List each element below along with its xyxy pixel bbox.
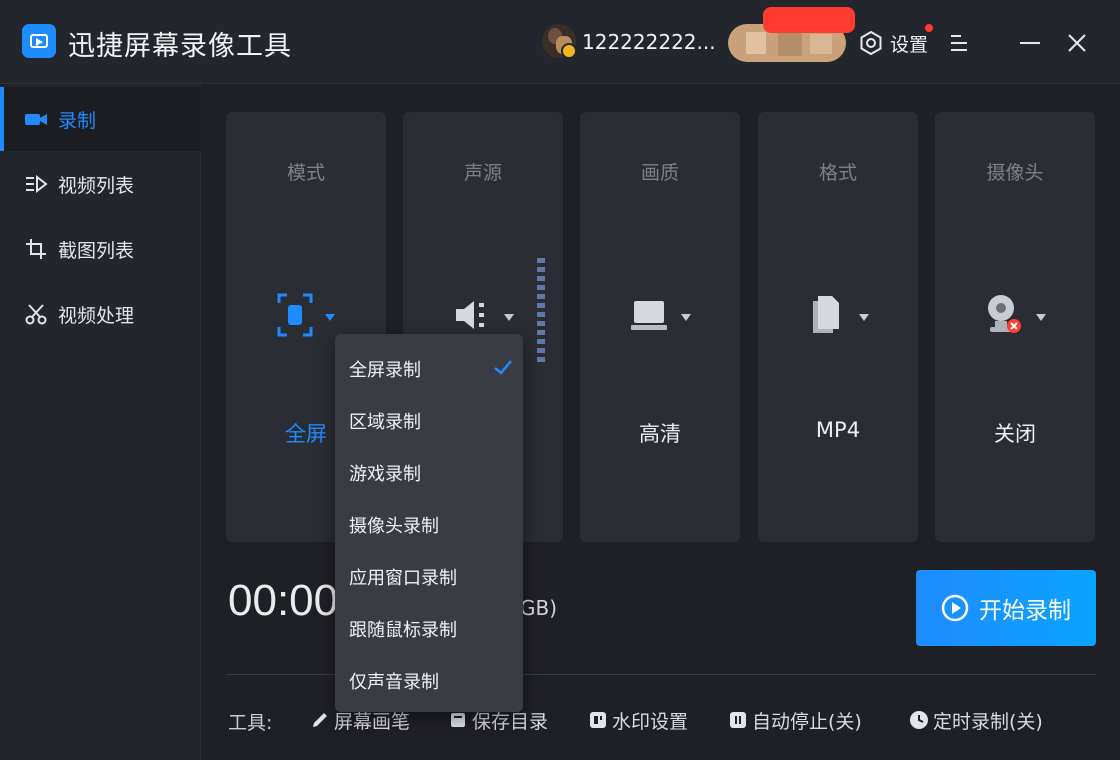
video-camera-icon — [24, 107, 48, 131]
dropdown-option-fullscreen[interactable]: 全屏录制 — [335, 343, 523, 395]
storage-info: GB) — [520, 596, 558, 620]
menu-icon — [951, 35, 967, 51]
settings-button[interactable]: 设置 — [858, 28, 928, 58]
camera-value: 关闭 — [994, 422, 1036, 446]
fullscreen-icon — [277, 293, 313, 337]
tool-label: 定时录制(关) — [933, 710, 1043, 733]
pen-icon — [310, 710, 330, 730]
pause-icon — [728, 710, 748, 730]
quality-card: 画质 高清 — [580, 112, 740, 542]
app-title: 迅捷屏幕录像工具 — [68, 31, 292, 62]
dropdown-option-follow-mouse[interactable]: 跟随鼠标录制 — [335, 603, 523, 655]
sidebar: 录制 视频列表 截图列表 视频处理 — [0, 85, 201, 760]
scissors-icon — [24, 302, 48, 326]
sidebar-item-label: 视频处理 — [58, 304, 135, 327]
title-bar: 迅捷屏幕录像工具 122222222... 设置 — [0, 0, 1120, 84]
dropdown-option-label: 仅声音录制 — [349, 672, 439, 693]
card-title: 声源 — [463, 162, 502, 184]
tools-label: 工具: — [228, 712, 273, 734]
quality-selector[interactable] — [580, 290, 740, 340]
promo-tag[interactable] — [763, 7, 855, 33]
checkmark-icon — [494, 360, 512, 375]
dropdown-option-label: 区域录制 — [349, 412, 421, 433]
monitor-icon — [631, 301, 667, 330]
sidebar-item-screenshot-list[interactable]: 截图列表 — [0, 217, 201, 281]
minimize-icon — [1020, 42, 1040, 44]
audio-level-meter — [537, 258, 545, 362]
clock-icon — [909, 710, 929, 730]
mode-dropdown-menu: 全屏录制 区域录制 游戏录制 摄像头录制 应用窗口录制 跟随鼠标录制 仅声音录制 — [335, 334, 523, 712]
sidebar-item-label: 录制 — [58, 109, 97, 132]
card-title: 格式 — [818, 162, 857, 184]
gear-icon — [860, 30, 882, 56]
dropdown-option-label: 跟随鼠标录制 — [349, 620, 457, 641]
format-selector[interactable] — [758, 290, 918, 340]
app-logo-icon — [22, 24, 56, 58]
dropdown-option-label: 游戏录制 — [349, 464, 421, 485]
sidebar-item-video-processing[interactable]: 视频处理 — [0, 282, 201, 346]
dropdown-option-label: 摄像头录制 — [349, 516, 439, 537]
watermark-settings-tool[interactable]: 水印设置 — [588, 704, 688, 736]
sidebar-item-record[interactable]: 录制 — [0, 87, 201, 151]
dropdown-option-label: 应用窗口录制 — [349, 568, 457, 589]
card-title: 摄像头 — [986, 162, 1044, 184]
video-list-icon — [24, 172, 48, 196]
dropdown-option-app-window[interactable]: 应用窗口录制 — [335, 551, 523, 603]
chevron-down-icon — [1036, 313, 1046, 321]
format-value: MP4 — [815, 418, 861, 442]
scheduled-recording-tool[interactable]: 定时录制(关) — [909, 704, 1043, 736]
webcam-off-icon — [988, 295, 1021, 333]
card-title: 画质 — [640, 162, 679, 184]
minimize-button[interactable] — [1018, 30, 1042, 56]
dropdown-option-camera[interactable]: 摄像头录制 — [335, 499, 523, 551]
watermark-icon — [588, 710, 608, 730]
tool-label: 水印设置 — [612, 710, 689, 733]
format-card: 格式 MP4 — [758, 112, 918, 542]
dropdown-option-label: 全屏录制 — [349, 360, 421, 381]
chevron-down-icon — [325, 313, 335, 321]
camera-selector[interactable] — [935, 290, 1095, 340]
camera-card: 摄像头 关闭 — [935, 112, 1095, 542]
sidebar-item-label: 视频列表 — [58, 174, 135, 197]
start-recording-label: 开始录制 — [979, 598, 1071, 624]
dropdown-option-game[interactable]: 游戏录制 — [335, 447, 523, 499]
tool-label: 自动停止(关) — [752, 710, 862, 733]
speaker-icon — [456, 301, 484, 329]
chevron-down-icon — [681, 313, 691, 321]
vip-badge-icon — [561, 43, 577, 59]
start-recording-button[interactable]: 开始录制 — [916, 570, 1096, 646]
close-button[interactable] — [1064, 30, 1090, 56]
close-icon — [1068, 34, 1086, 52]
settings-label: 设置 — [890, 33, 929, 56]
mode-selector[interactable] — [226, 290, 386, 340]
menu-button[interactable] — [948, 30, 972, 56]
chevron-down-icon — [504, 313, 514, 321]
quality-value: 高清 — [639, 422, 681, 446]
file-icon — [813, 296, 839, 333]
card-title: 模式 — [286, 162, 325, 184]
auto-stop-tool[interactable]: 自动停止(关) — [728, 704, 862, 736]
sidebar-item-label: 截图列表 — [58, 239, 135, 262]
sidebar-item-video-list[interactable]: 视频列表 — [0, 152, 201, 216]
dropdown-option-audio-only[interactable]: 仅声音录制 — [335, 655, 523, 707]
chevron-down-icon — [859, 313, 869, 321]
folder-icon — [448, 710, 468, 730]
notification-dot — [925, 24, 933, 32]
dropdown-option-region[interactable]: 区域录制 — [335, 395, 523, 447]
play-circle-icon — [941, 594, 969, 622]
username-label[interactable]: 122222222... — [582, 30, 716, 54]
recording-timer: 00:00 — [228, 576, 339, 625]
screenshot-icon — [24, 237, 48, 261]
